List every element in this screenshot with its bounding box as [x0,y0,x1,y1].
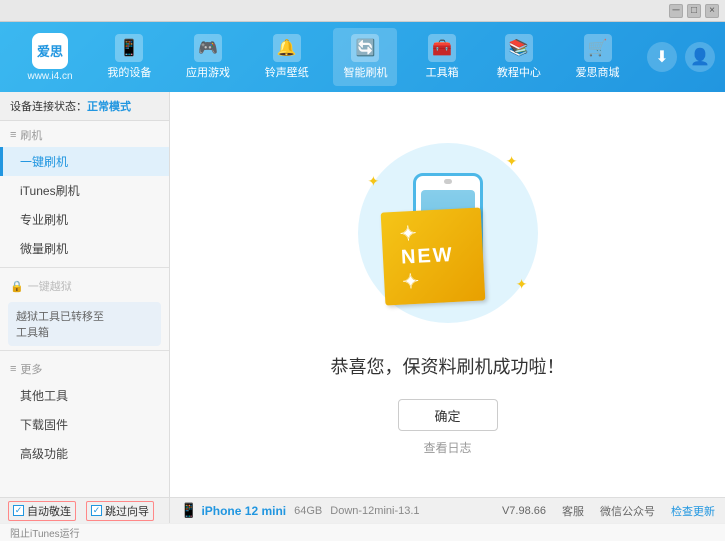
section-icon-flash: ≡ [10,129,16,141]
confirm-button[interactable]: 确定 [398,399,498,431]
sparkle-1: ✦ [506,153,518,170]
section-title-jailbreak: 🔒 一键越狱 [0,272,169,298]
minimize-button[interactable]: ─ [669,4,683,18]
status-bar: 设备连接状态：正常模式 [0,92,169,121]
status-label: 设备连接状态： [10,101,87,113]
itunes-status-label: 阻止iTunes运行 [10,525,80,540]
content-area: ✦ NEW ✦ ✦ ✦ ✦ 恭喜您，保资料刷机成功啦！ 确定 查看日志 [170,92,725,497]
sparkle-2: ✦ [368,173,380,190]
device-storage: 64GB [294,505,322,517]
nav-label-tutorial: 教程中心 [497,64,541,80]
titlebar: ─ □ × [0,0,725,22]
section-icon-more: ≡ [10,363,16,375]
jailbreak-info-box: 越狱工具已转移至工具箱 [8,302,161,346]
header-actions: ⬇ 👤 [647,42,715,72]
device-firmware: Down-12mini-13.1 [330,505,419,517]
nav-label-my-device: 我的设备 [107,64,151,80]
nav-bar: 📱 我的设备 🎮 应用游戏 🔔 铃声壁纸 🔄 智能刷机 🧰 工具箱 📚 教程中心… [90,28,637,86]
bottom-left: ✓ 自动敬连 ✓ 跳过向导 [0,498,170,523]
sidebar-item-advanced[interactable]: 高级功能 [0,439,169,468]
nav-item-my-device[interactable]: 📱 我的设备 [97,28,161,86]
auto-connect-checkbox-wrapper[interactable]: ✓ 自动敬连 [8,501,76,521]
success-message: 恭喜您，保资料刷机成功啦！ [331,353,565,379]
logo-url: www.i4.cn [27,71,72,82]
lock-icon: 🔒 [10,280,24,293]
divider-1 [0,267,169,268]
new-badge: ✦ NEW ✦ [380,207,485,305]
device-bottom-area: 📱 iPhone 12 mini 64GB Down-12mini-13.1 [170,498,492,523]
nav-icon-tutorial: 📚 [505,34,533,62]
nav-icon-my-device: 📱 [115,34,143,62]
nav-label-ringtone: 铃声壁纸 [265,64,309,80]
bottom-bar: ✓ 自动敬连 ✓ 跳过向导 📱 iPhone 12 mini 64GB Down… [0,497,725,523]
version-label: V7.98.66 [502,505,546,517]
sidebar: 设备连接状态：正常模式 ≡ 刷机 一键刷机 iTunes刷机 专业刷机 微量刷机… [0,92,170,497]
nav-item-smart-flash[interactable]: 🔄 智能刷机 [333,28,397,86]
section-label-jailbreak: 一键越狱 [28,278,72,294]
phone-icon: 📱 [180,502,197,519]
customer-service-link[interactable]: 客服 [562,503,584,519]
section-title-flash: ≡ 刷机 [0,121,169,147]
section-title-more: ≡ 更多 [0,355,169,381]
nav-item-shop[interactable]: 🛒 爱思商城 [566,28,630,86]
auto-connect-label: 自动敬连 [27,503,71,519]
sidebar-item-other-tools[interactable]: 其他工具 [0,381,169,410]
bottom-right: V7.98.66 客服 微信公众号 检查更新 [492,498,725,523]
nav-label-toolbox: 工具箱 [426,64,459,80]
auto-connect-checkbox[interactable]: ✓ [13,505,24,516]
nav-label-shop: 爱思商城 [576,64,620,80]
sidebar-item-one-click-flash[interactable]: 一键刷机 [0,147,169,176]
close-button[interactable]: × [705,4,719,18]
nav-icon-ringtone: 🔔 [273,34,301,62]
nav-item-tutorial[interactable]: 📚 教程中心 [487,28,551,86]
jailbreak-info-text: 越狱工具已转移至工具箱 [16,311,104,339]
itunes-status-bar: 阻止iTunes运行 [0,523,725,541]
section-label-more: 更多 [20,361,42,377]
nav-icon-toolbox: 🧰 [428,34,456,62]
sidebar-item-micro-flash[interactable]: 微量刷机 [0,234,169,263]
circle-background: ✦ NEW ✦ [358,143,538,323]
sidebar-item-download-firmware[interactable]: 下载固件 [0,410,169,439]
skip-wizard-label: 跳过向导 [105,503,149,519]
logo-icon: 爱思 [32,33,68,69]
nav-label-apps-games: 应用游戏 [186,64,230,80]
main-container: 设备连接状态：正常模式 ≡ 刷机 一键刷机 iTunes刷机 专业刷机 微量刷机… [0,92,725,497]
sparkle-3: ✦ [516,276,528,293]
checkbox-area: ✓ 自动敬连 ✓ 跳过向导 [8,501,161,521]
nav-icon-apps-games: 🎮 [194,34,222,62]
user-button[interactable]: 👤 [685,42,715,72]
divider-2 [0,350,169,351]
nav-icon-shop: 🛒 [584,34,612,62]
history-link[interactable]: 查看日志 [423,439,471,456]
maximize-button[interactable]: □ [687,4,701,18]
check-update-link[interactable]: 检查更新 [671,503,715,519]
header: 爱思 www.i4.cn 📱 我的设备 🎮 应用游戏 🔔 铃声壁纸 🔄 智能刷机… [0,22,725,92]
logo: 爱思 www.i4.cn [10,33,90,82]
sidebar-item-itunes-flash[interactable]: iTunes刷机 [0,176,169,205]
nav-icon-smart-flash: 🔄 [351,34,379,62]
nav-item-apps-games[interactable]: 🎮 应用游戏 [176,28,240,86]
success-illustration: ✦ NEW ✦ ✦ ✦ ✦ [348,133,548,333]
nav-label-smart-flash: 智能刷机 [343,64,387,80]
nav-item-toolbox[interactable]: 🧰 工具箱 [412,28,472,86]
nav-item-ringtone[interactable]: 🔔 铃声壁纸 [255,28,319,86]
device-name: iPhone 12 mini [201,504,286,518]
skip-wizard-checkbox-wrapper[interactable]: ✓ 跳过向导 [86,501,154,521]
download-button[interactable]: ⬇ [647,42,677,72]
wechat-link[interactable]: 微信公众号 [600,503,655,519]
section-label-flash: 刷机 [20,127,42,143]
sidebar-item-pro-flash[interactable]: 专业刷机 [0,205,169,234]
skip-wizard-checkbox[interactable]: ✓ [91,505,102,516]
status-value: 正常模式 [87,101,131,113]
